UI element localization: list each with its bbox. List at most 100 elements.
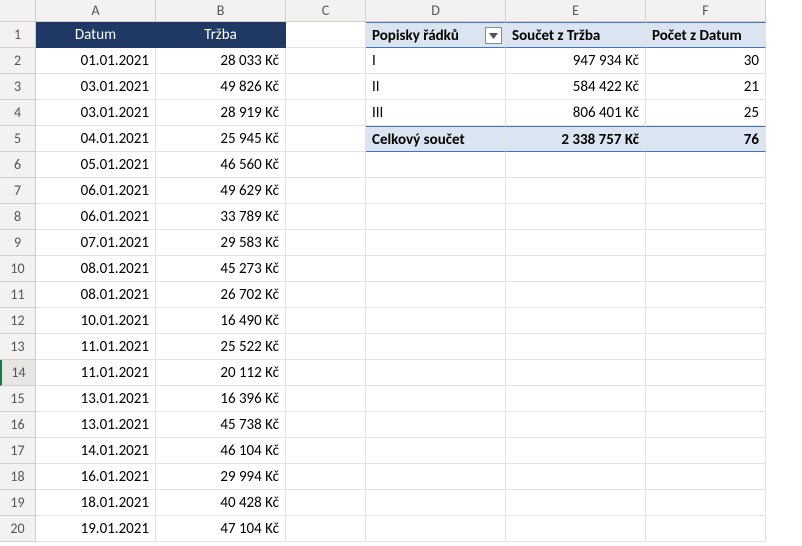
table-header-datum[interactable]: Datum	[36, 22, 156, 48]
data-amount[interactable]: 45 738 Kč	[156, 412, 286, 438]
cell-D14[interactable]	[366, 360, 506, 386]
cell-F16[interactable]	[646, 412, 766, 438]
data-date[interactable]: 05.01.2021	[36, 152, 156, 178]
row-header-4[interactable]: 4	[0, 100, 36, 126]
cell-E18[interactable]	[506, 464, 646, 490]
data-amount[interactable]: 16 396 Kč	[156, 386, 286, 412]
col-header-A[interactable]: A	[36, 0, 156, 22]
cell-C7[interactable]	[286, 178, 366, 204]
row-header-9[interactable]: 9	[0, 230, 36, 256]
cell-D18[interactable]	[366, 464, 506, 490]
row-header-7[interactable]: 7	[0, 178, 36, 204]
data-date[interactable]: 08.01.2021	[36, 256, 156, 282]
cell-C3[interactable]	[286, 74, 366, 100]
row-header-10[interactable]: 10	[0, 256, 36, 282]
cell-F7[interactable]	[646, 178, 766, 204]
cell-F13[interactable]	[646, 334, 766, 360]
cell-E20[interactable]	[506, 516, 646, 542]
row-header-5[interactable]: 5	[0, 126, 36, 152]
data-date[interactable]: 13.01.2021	[36, 412, 156, 438]
cell-C19[interactable]	[286, 490, 366, 516]
cell-D16[interactable]	[366, 412, 506, 438]
row-header-16[interactable]: 16	[0, 412, 36, 438]
data-amount[interactable]: 28 033 Kč	[156, 48, 286, 74]
cell-D19[interactable]	[366, 490, 506, 516]
cell-D17[interactable]	[366, 438, 506, 464]
data-date[interactable]: 16.01.2021	[36, 464, 156, 490]
cell-D7[interactable]	[366, 178, 506, 204]
data-amount[interactable]: 26 702 Kč	[156, 282, 286, 308]
cell-D10[interactable]	[366, 256, 506, 282]
pivot-row-count[interactable]: 30	[646, 48, 766, 74]
cell-C17[interactable]	[286, 438, 366, 464]
data-amount[interactable]: 25 522 Kč	[156, 334, 286, 360]
row-header-2[interactable]: 2	[0, 48, 36, 74]
data-amount[interactable]: 46 104 Kč	[156, 438, 286, 464]
cell-D9[interactable]	[366, 230, 506, 256]
row-header-18[interactable]: 18	[0, 464, 36, 490]
data-amount[interactable]: 29 994 Kč	[156, 464, 286, 490]
cell-E9[interactable]	[506, 230, 646, 256]
cell-F19[interactable]	[646, 490, 766, 516]
cell-E8[interactable]	[506, 204, 646, 230]
data-amount[interactable]: 20 112 Kč	[156, 360, 286, 386]
spreadsheet-grid[interactable]: ABCDEF1DatumTržbaPopisky řádkůSoučet z T…	[0, 0, 802, 542]
pivot-row-sum[interactable]: 584 422 Kč	[506, 74, 646, 100]
row-header-6[interactable]: 6	[0, 152, 36, 178]
cell-D15[interactable]	[366, 386, 506, 412]
data-amount[interactable]: 47 104 Kč	[156, 516, 286, 542]
cell-C6[interactable]	[286, 152, 366, 178]
cell-D12[interactable]	[366, 308, 506, 334]
data-date[interactable]: 14.01.2021	[36, 438, 156, 464]
data-date[interactable]: 06.01.2021	[36, 204, 156, 230]
cell-E17[interactable]	[506, 438, 646, 464]
cell-F14[interactable]	[646, 360, 766, 386]
pivot-header-sum[interactable]: Součet z Tržba	[506, 22, 646, 48]
cell-D6[interactable]	[366, 152, 506, 178]
cell-D11[interactable]	[366, 282, 506, 308]
data-date[interactable]: 13.01.2021	[36, 386, 156, 412]
pivot-row-count[interactable]: 25	[646, 100, 766, 126]
col-header-B[interactable]: B	[156, 0, 286, 22]
pivot-row-sum[interactable]: 806 401 Kč	[506, 100, 646, 126]
cell-C1[interactable]	[286, 22, 366, 48]
cell-F15[interactable]	[646, 386, 766, 412]
pivot-row-sum[interactable]: 947 934 Kč	[506, 48, 646, 74]
cell-D8[interactable]	[366, 204, 506, 230]
data-date[interactable]: 07.01.2021	[36, 230, 156, 256]
cell-E14[interactable]	[506, 360, 646, 386]
data-date[interactable]: 04.01.2021	[36, 126, 156, 152]
cell-E13[interactable]	[506, 334, 646, 360]
row-header-3[interactable]: 3	[0, 74, 36, 100]
row-header-17[interactable]: 17	[0, 438, 36, 464]
data-date[interactable]: 18.01.2021	[36, 490, 156, 516]
col-header-F[interactable]: F	[646, 0, 766, 22]
row-header-8[interactable]: 8	[0, 204, 36, 230]
data-date[interactable]: 10.01.2021	[36, 308, 156, 334]
cell-C2[interactable]	[286, 48, 366, 74]
data-amount[interactable]: 45 273 Kč	[156, 256, 286, 282]
row-header-11[interactable]: 11	[0, 282, 36, 308]
cell-E10[interactable]	[506, 256, 646, 282]
cell-C10[interactable]	[286, 256, 366, 282]
cell-F17[interactable]	[646, 438, 766, 464]
cell-C9[interactable]	[286, 230, 366, 256]
data-amount[interactable]: 49 629 Kč	[156, 178, 286, 204]
cell-F10[interactable]	[646, 256, 766, 282]
cell-F6[interactable]	[646, 152, 766, 178]
pivot-total-sum[interactable]: 2 338 757 Kč	[506, 126, 646, 152]
cell-C4[interactable]	[286, 100, 366, 126]
cell-E6[interactable]	[506, 152, 646, 178]
pivot-total-label[interactable]: Celkový součet	[366, 126, 506, 152]
data-amount[interactable]: 16 490 Kč	[156, 308, 286, 334]
row-header-14[interactable]: 14	[0, 360, 36, 386]
data-amount[interactable]: 33 789 Kč	[156, 204, 286, 230]
data-amount[interactable]: 49 826 Kč	[156, 74, 286, 100]
cell-D20[interactable]	[366, 516, 506, 542]
row-header-12[interactable]: 12	[0, 308, 36, 334]
pivot-row-label[interactable]: III	[366, 100, 506, 126]
data-date[interactable]: 08.01.2021	[36, 282, 156, 308]
pivot-header-rowlabels[interactable]: Popisky řádků	[366, 22, 506, 48]
data-amount[interactable]: 28 919 Kč	[156, 100, 286, 126]
col-header-E[interactable]: E	[506, 0, 646, 22]
